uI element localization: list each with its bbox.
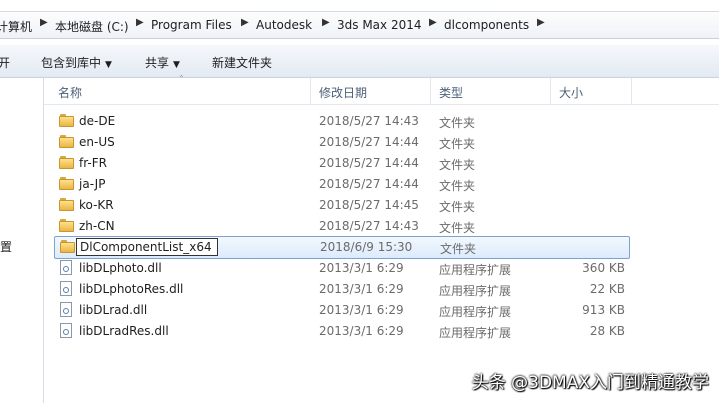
breadcrumb-chevron-icon[interactable]: ▶ <box>241 17 249 28</box>
column-header-date[interactable]: 修改日期 <box>311 78 431 104</box>
include-in-library-button[interactable]: 包含到库中 ▼ <box>41 54 112 71</box>
rename-input-value: DlComponentList_x64 <box>80 240 212 254</box>
item-type: 应用程序扩展 <box>439 263 512 277</box>
item-name: libDLrad.dll <box>79 303 148 317</box>
share-label: 共享 <box>145 56 170 70</box>
list-item-selected[interactable]: DlComponentList_x64 2018/6/9 15:30 文件夹 <box>54 236 630 259</box>
list-item[interactable]: ja-JP 2018/5/27 14:44 文件夹 <box>54 174 628 195</box>
item-size: 360 KB <box>582 261 625 275</box>
breadcrumb-local-disk[interactable]: 本地磁盘 (C:) <box>55 18 129 35</box>
list-item[interactable]: libDLradRes.dll 2013/3/1 6:29 应用程序扩展 28 … <box>54 321 628 342</box>
breadcrumb-computer[interactable]: 计算机 <box>0 18 32 35</box>
item-name: de-DE <box>79 114 116 128</box>
item-type: 文件夹 <box>439 158 476 172</box>
watermark: 头条 @3DMAX入门到精通教学 <box>471 373 709 393</box>
list-item[interactable]: zh-CN 2018/5/27 14:43 文件夹 <box>54 216 628 237</box>
include-label: 包含到库中 <box>41 56 102 70</box>
breadcrumb-dlcomponents[interactable]: dlcomponents <box>444 18 529 32</box>
dll-file-icon <box>60 302 72 317</box>
open-button[interactable]: 开 <box>0 54 10 71</box>
item-type: 文件夹 <box>439 179 476 193</box>
item-name: en-US <box>79 135 115 149</box>
item-name: fr-FR <box>79 156 107 170</box>
item-size: 22 KB <box>589 282 625 296</box>
breadcrumb-chevron-icon[interactable]: ▶ <box>136 17 144 28</box>
item-size: 28 KB <box>589 324 625 338</box>
item-name: zh-CN <box>79 219 115 233</box>
item-name: libDLradRes.dll <box>79 324 169 338</box>
item-type: 文件夹 <box>439 200 476 214</box>
item-date: 2013/3/1 6:29 <box>319 324 404 338</box>
column-header-size[interactable]: 大小 <box>551 78 632 104</box>
item-type: 应用程序扩展 <box>439 326 512 340</box>
breadcrumb-chevron-icon[interactable]: ▶ <box>537 17 545 28</box>
breadcrumb-program-files[interactable]: Program Files <box>151 18 232 32</box>
item-name: ja-JP <box>79 177 106 191</box>
list-item[interactable]: de-DE 2018/5/27 14:43 文件夹 <box>54 111 628 132</box>
item-size: 913 KB <box>582 303 625 317</box>
item-date: 2018/5/27 14:44 <box>319 135 419 149</box>
column-header-type[interactable]: 类型 <box>431 78 551 104</box>
folder-icon <box>59 177 74 190</box>
folder-icon <box>59 114 74 127</box>
item-date: 2013/3/1 6:29 <box>319 303 404 317</box>
list-item[interactable]: ko-KR 2018/5/27 14:45 文件夹 <box>54 195 628 216</box>
item-date: 2018/5/27 14:44 <box>319 156 419 170</box>
column-name-label: 名称 <box>58 86 83 100</box>
list-item[interactable]: libDLphoto.dll 2013/3/1 6:29 应用程序扩展 360 … <box>54 258 628 279</box>
item-date: 2018/5/27 14:43 <box>319 219 419 233</box>
navigation-pane[interactable]: 置 <box>0 78 43 403</box>
item-date: 2018/5/27 14:45 <box>319 198 419 212</box>
dll-file-icon <box>60 281 72 296</box>
folder-icon <box>59 198 74 211</box>
breadcrumb-chevron-icon[interactable]: ▶ <box>322 17 330 28</box>
item-type: 文件夹 <box>439 221 476 235</box>
share-button[interactable]: 共享 ▼ <box>145 54 180 71</box>
item-date: 2013/3/1 6:29 <box>319 282 404 296</box>
folder-icon <box>59 135 74 148</box>
dll-file-icon <box>60 260 72 275</box>
pane-divider[interactable] <box>43 78 44 403</box>
item-name: ko-KR <box>79 198 114 212</box>
new-folder-button[interactable]: 新建文件夹 <box>212 54 272 71</box>
breadcrumb-chevron-icon[interactable]: ▶ <box>40 17 48 28</box>
item-date: 2018/6/9 15:30 <box>320 240 413 254</box>
rename-input[interactable]: DlComponentList_x64 <box>76 238 218 256</box>
chevron-down-icon: ▼ <box>105 60 112 70</box>
dll-file-icon <box>60 323 72 338</box>
chevron-down-icon: ▼ <box>173 60 180 70</box>
item-type: 文件夹 <box>440 242 477 256</box>
column-size-label: 大小 <box>559 86 584 100</box>
breadcrumb-autodesk[interactable]: Autodesk <box>256 18 312 32</box>
column-date-label: 修改日期 <box>319 86 368 100</box>
breadcrumb-chevron-icon[interactable]: ▶ <box>429 17 437 28</box>
item-type: 应用程序扩展 <box>439 305 512 319</box>
folder-icon <box>60 240 75 253</box>
column-type-label: 类型 <box>439 86 464 100</box>
item-date: 2018/5/27 14:43 <box>319 114 419 128</box>
address-bar[interactable]: 计算机 ▶ 本地磁盘 (C:) ▶ Program Files ▶ Autode… <box>0 11 719 39</box>
item-name: libDLphotoRes.dll <box>79 282 184 296</box>
sort-ascending-icon: ⌃ <box>178 74 185 83</box>
breadcrumb-3ds-max[interactable]: 3ds Max 2014 <box>337 18 421 32</box>
item-type: 文件夹 <box>439 116 476 130</box>
item-date: 2018/5/27 14:44 <box>319 177 419 191</box>
nav-item-partial[interactable]: 置 <box>0 238 12 255</box>
item-date: 2013/3/1 6:29 <box>319 261 404 275</box>
item-type: 应用程序扩展 <box>439 284 512 298</box>
header-divider <box>44 104 719 105</box>
command-toolbar: 开 包含到库中 ▼ 共享 ▼ 新建文件夹 <box>0 45 719 78</box>
list-item[interactable]: libDLphotoRes.dll 2013/3/1 6:29 应用程序扩展 2… <box>54 279 628 300</box>
folder-icon <box>59 219 74 232</box>
item-type: 文件夹 <box>439 137 476 151</box>
list-item[interactable]: en-US 2018/5/27 14:44 文件夹 <box>54 132 628 153</box>
folder-icon <box>59 156 74 169</box>
list-item[interactable]: libDLrad.dll 2013/3/1 6:29 应用程序扩展 913 KB <box>54 300 628 321</box>
list-item[interactable]: fr-FR 2018/5/27 14:44 文件夹 <box>54 153 628 174</box>
item-name: libDLphoto.dll <box>79 261 162 275</box>
